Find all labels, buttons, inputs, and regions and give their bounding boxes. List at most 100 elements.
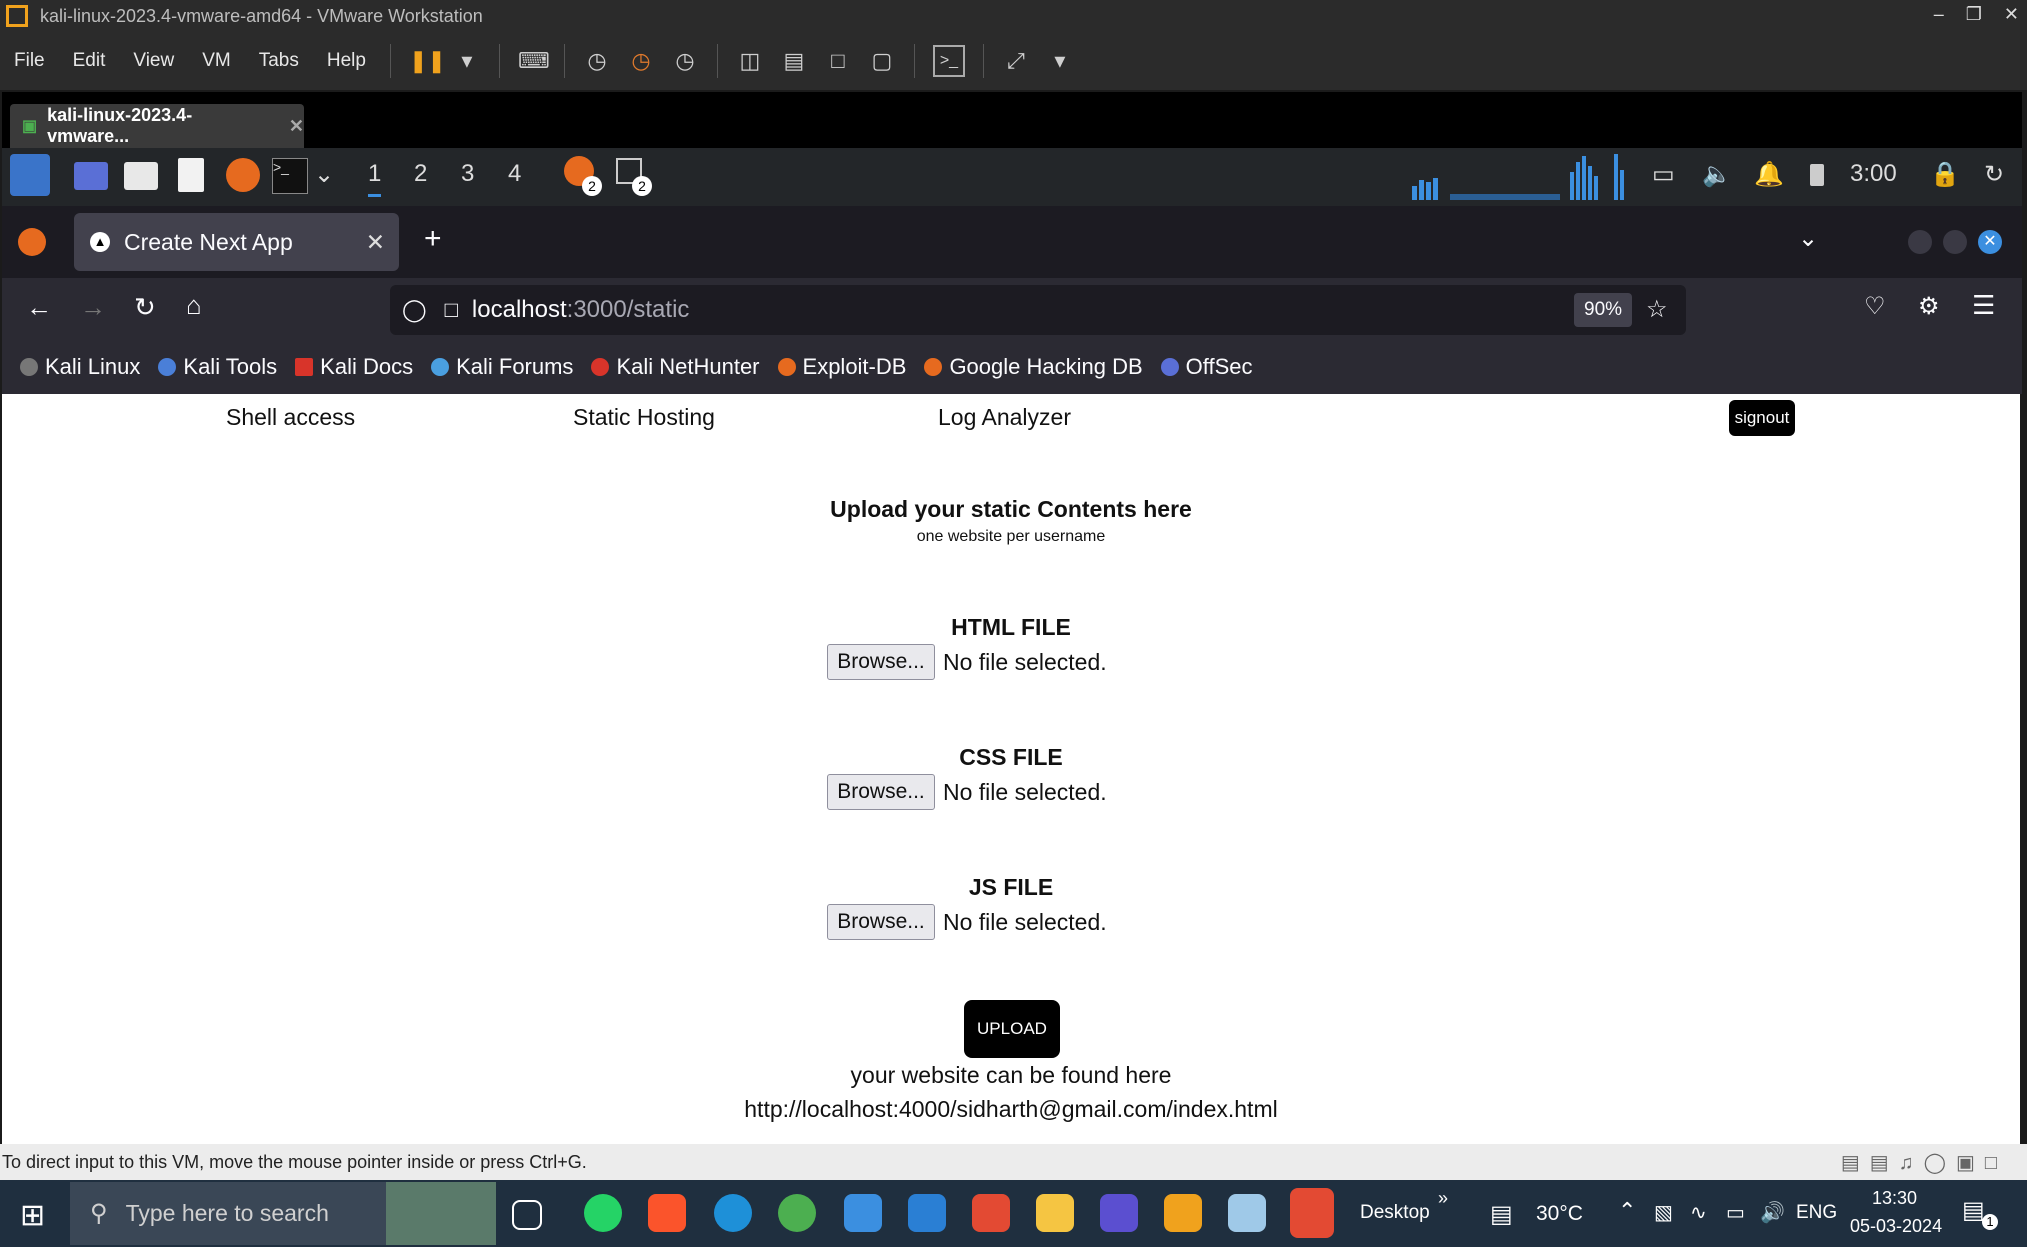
wifi-icon[interactable]: ∿: [1690, 1200, 1707, 1225]
reload-icon[interactable]: ↻: [134, 292, 156, 323]
bookmark-kali-tools[interactable]: Kali Tools: [158, 354, 277, 380]
workspace-2[interactable]: 2: [414, 160, 427, 188]
library-view-icon[interactable]: ◫: [736, 47, 764, 75]
battery-icon[interactable]: ▭: [1726, 1200, 1745, 1225]
bookmark-google-hacking-db[interactable]: Google Hacking DB: [924, 354, 1143, 380]
proton-vpn-icon[interactable]: [1100, 1194, 1138, 1232]
minimize-icon[interactable]: [1908, 230, 1932, 254]
notification-bell-icon[interactable]: 🔔: [1754, 160, 1784, 189]
bookmark-kali-forums[interactable]: Kali Forums: [431, 354, 573, 380]
toolbar-expand-icon[interactable]: »: [1438, 1188, 1448, 1209]
vmware-taskbar-icon[interactable]: [1164, 1194, 1202, 1232]
bookmark-star-icon[interactable]: ☆: [1646, 295, 1668, 324]
dropdown-icon[interactable]: ▾: [453, 47, 481, 75]
language-indicator[interactable]: ENG: [1796, 1202, 1837, 1224]
page-info-icon[interactable]: □: [445, 297, 458, 323]
minimize-icon[interactable]: –: [1934, 4, 1944, 25]
bookmark-kali-linux[interactable]: Kali Linux: [20, 354, 140, 380]
thumbnail-view-icon[interactable]: ▤: [780, 47, 808, 75]
css-browse-button[interactable]: Browse...: [827, 774, 935, 810]
new-tab-icon[interactable]: +: [424, 222, 442, 256]
nav-shell-access[interactable]: Shell access: [226, 404, 355, 431]
taskbar-search[interactable]: ⚲ Type here to search: [70, 1182, 496, 1245]
menu-edit[interactable]: Edit: [59, 50, 120, 72]
chrome-icon[interactable]: [778, 1194, 816, 1232]
nav-log-analyzer[interactable]: Log Analyzer: [938, 404, 1071, 431]
close-icon[interactable]: ✕: [2004, 4, 2019, 25]
file-manager-icon[interactable]: [124, 162, 158, 190]
vm-tab[interactable]: ▣ kali-linux-2023.4-vmware... ✕: [10, 104, 304, 148]
html-browse-button[interactable]: Browse...: [827, 644, 935, 680]
workspace-3[interactable]: 3: [461, 160, 474, 188]
snipping-tool-icon[interactable]: [1290, 1188, 1334, 1238]
file-explorer-icon[interactable]: [1036, 1194, 1074, 1232]
unity-icon[interactable]: ▢: [868, 47, 896, 75]
store-icon[interactable]: [844, 1194, 882, 1232]
display-icon[interactable]: ▭: [1652, 160, 1675, 189]
menu-help[interactable]: Help: [313, 50, 380, 72]
pause-icon[interactable]: ❚❚: [409, 47, 446, 75]
back-icon[interactable]: ←: [26, 292, 52, 323]
device-icons[interactable]: ▤▤♫◯▣□: [1841, 1150, 2007, 1175]
weather-temp[interactable]: 30°C: [1536, 1202, 1583, 1226]
edge-icon[interactable]: [714, 1194, 752, 1232]
volume-icon[interactable]: 🔈: [1702, 160, 1732, 189]
snapshot-manager-icon[interactable]: ◷: [671, 47, 699, 75]
volume-icon[interactable]: 🔊: [1760, 1200, 1785, 1225]
bookmark-offsec[interactable]: OffSec: [1160, 354, 1253, 380]
desktop-toolbar-label[interactable]: Desktop: [1360, 1202, 1430, 1224]
lock-icon[interactable]: 🔒: [1930, 160, 1960, 189]
notepad-icon[interactable]: [1228, 1194, 1266, 1232]
mail-icon[interactable]: [908, 1194, 946, 1232]
snapshot-icon[interactable]: ◷: [583, 47, 611, 75]
show-desktop-icon[interactable]: [74, 162, 108, 190]
windows-start-icon[interactable]: ⊞: [20, 1198, 45, 1233]
bookmark-exploit-db[interactable]: Exploit-DB: [777, 354, 906, 380]
chevron-down-icon[interactable]: ⌄: [314, 160, 334, 189]
url-bar[interactable]: ◯ □ localhost :3000/static 90% ☆: [390, 285, 1686, 335]
weather-icon[interactable]: ▤: [1490, 1200, 1513, 1229]
pocket-icon[interactable]: ♡: [1864, 292, 1886, 321]
power-icon[interactable]: ↻: [1984, 160, 2004, 189]
text-editor-icon[interactable]: [178, 158, 204, 192]
bookmark-kali-nethunter[interactable]: Kali NetHunter: [591, 354, 760, 380]
console-view-icon[interactable]: >_: [932, 45, 965, 77]
zoom-level[interactable]: 90%: [1574, 293, 1633, 327]
workspace-4[interactable]: 4: [508, 160, 521, 188]
whatsapp-icon[interactable]: [584, 1194, 622, 1232]
list-tabs-icon[interactable]: ⌄: [1798, 224, 1818, 253]
menu-icon[interactable]: ☰: [1972, 290, 1995, 321]
menu-view[interactable]: View: [119, 50, 188, 72]
close-tab-icon[interactable]: ✕: [366, 229, 385, 256]
js-browse-button[interactable]: Browse...: [827, 904, 935, 940]
shield-icon[interactable]: ◯: [402, 297, 427, 323]
menu-vm[interactable]: VM: [188, 50, 245, 72]
result-url[interactable]: http://localhost:4000/sidharth@gmail.com…: [2, 1096, 2020, 1123]
revert-snapshot-icon[interactable]: ◷: [627, 47, 655, 75]
fullscreen-icon[interactable]: □: [824, 47, 852, 75]
close-tab-icon[interactable]: ✕: [289, 116, 304, 137]
taskbar-time[interactable]: 13:30: [1872, 1188, 1917, 1209]
panel-clock[interactable]: 3:00: [1850, 160, 1897, 188]
bookmark-kali-docs[interactable]: Kali Docs: [295, 354, 413, 380]
restore-icon[interactable]: ❐: [1966, 4, 1982, 25]
menu-tabs[interactable]: Tabs: [245, 50, 313, 72]
taskbar-date[interactable]: 05-03-2024: [1850, 1216, 1942, 1237]
maximize-icon[interactable]: [1943, 230, 1967, 254]
task-view-icon[interactable]: [512, 1200, 542, 1230]
upload-button[interactable]: UPLOAD: [964, 1000, 1060, 1058]
wps-office-icon[interactable]: [972, 1194, 1010, 1232]
firefox-view-icon[interactable]: [18, 228, 46, 256]
battery-icon[interactable]: [1810, 164, 1824, 186]
firefox-icon[interactable]: [226, 158, 260, 192]
kali-menu-icon[interactable]: [10, 154, 50, 196]
send-keys-icon[interactable]: ⌨: [518, 47, 550, 75]
home-icon[interactable]: ⌂: [186, 290, 202, 321]
browser-tab[interactable]: ▲ Create Next App ✕: [74, 213, 399, 271]
dropdown-icon[interactable]: ▾: [1046, 47, 1074, 75]
stretch-icon[interactable]: ⤢: [1002, 47, 1030, 75]
workspace-1[interactable]: 1: [368, 160, 382, 197]
signout-button[interactable]: signout: [1729, 400, 1795, 436]
brave-icon[interactable]: [648, 1194, 686, 1232]
forward-icon[interactable]: →: [80, 292, 106, 323]
